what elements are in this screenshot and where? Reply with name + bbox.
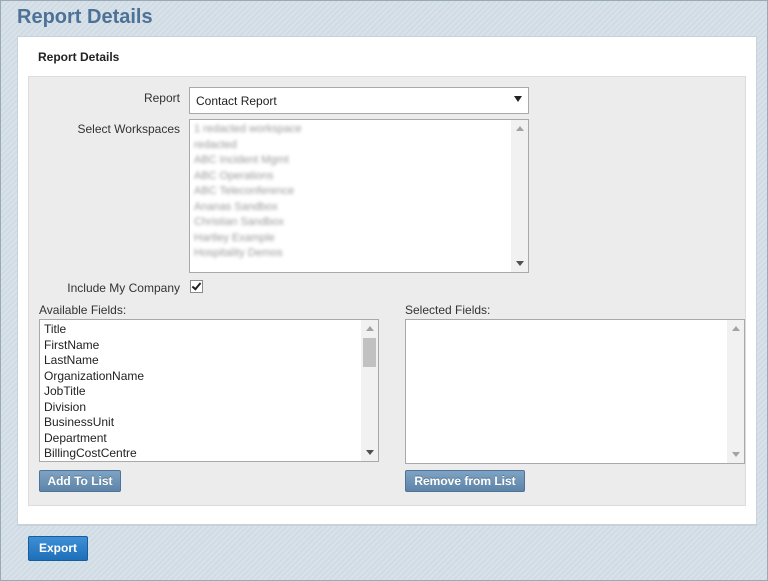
- scroll-up-icon[interactable]: [732, 326, 740, 331]
- list-item[interactable]: 1 redacted workspace: [194, 122, 510, 138]
- panel-header: Report Details: [18, 37, 756, 75]
- list-item[interactable]: OrganizationName: [44, 369, 360, 385]
- page-title: Report Details: [17, 6, 153, 28]
- scroll-up-icon[interactable]: [516, 126, 524, 131]
- available-fields-list: Title FirstName LastName OrganizationName Jo…: [44, 322, 360, 461]
- remove-from-list-button[interactable]: Remove from List: [405, 470, 525, 492]
- workspaces-label: Select Workspaces: [77, 122, 181, 136]
- scroll-up-icon[interactable]: [366, 326, 374, 331]
- list-item[interactable]: ABC Incident Mgmt: [194, 153, 510, 169]
- panel-title: Report Details: [38, 50, 120, 64]
- list-item[interactable]: ABC Operations: [194, 169, 510, 185]
- list-item[interactable]: JobTitle: [44, 384, 360, 400]
- available-fields-listbox[interactable]: Title FirstName LastName OrganizationName Jo…: [39, 319, 379, 462]
- scroll-down-icon[interactable]: [516, 261, 524, 266]
- list-item[interactable]: FirstName: [44, 338, 360, 354]
- list-item[interactable]: Hartley Example: [194, 231, 510, 247]
- add-to-list-button[interactable]: Add To List: [39, 470, 121, 492]
- scroll-down-icon[interactable]: [366, 450, 374, 455]
- scroll-thumb[interactable]: [363, 338, 376, 367]
- available-fields-label: Available Fields:: [39, 303, 127, 317]
- report-label: Report: [143, 91, 180, 105]
- selected-fields-listbox[interactable]: [405, 319, 745, 464]
- scroll-down-icon[interactable]: [732, 452, 740, 457]
- export-button[interactable]: Export: [28, 536, 88, 561]
- include-company-label: Include My Company: [67, 281, 180, 295]
- selected-fields-label: Selected Fields:: [405, 303, 491, 317]
- footer-bar: [17, 525, 757, 569]
- list-item[interactable]: BusinessUnit: [44, 415, 360, 431]
- list-item[interactable]: Ananas Sandbox: [194, 200, 510, 216]
- list-item[interactable]: Christian Sandbox: [194, 215, 510, 231]
- report-select[interactable]: Contact Report: [189, 87, 529, 114]
- list-item[interactable]: redacted: [194, 138, 510, 154]
- list-item[interactable]: BillingCostCentre: [44, 446, 360, 461]
- list-item[interactable]: LastName: [44, 353, 360, 369]
- list-item[interactable]: Department: [44, 431, 360, 447]
- report-details-panel: Report Details Report Contact Report Sel…: [17, 36, 757, 525]
- list-item[interactable]: Division: [44, 400, 360, 416]
- list-item[interactable]: Hospitality Demos: [194, 246, 510, 262]
- report-select-value: Contact Report: [196, 94, 277, 108]
- list-item[interactable]: ABC Teleconference: [194, 184, 510, 200]
- workspaces-scrollbar[interactable]: [511, 120, 528, 272]
- check-icon: [191, 280, 202, 291]
- selected-fields-scrollbar[interactable]: [727, 320, 744, 463]
- list-item[interactable]: Title: [44, 322, 360, 338]
- workspaces-list: 1 redacted workspace redacted ABC Incident…: [194, 122, 510, 262]
- available-fields-scrollbar[interactable]: [361, 320, 378, 461]
- panel-body: Report Contact Report Select Workspaces …: [28, 76, 746, 506]
- workspaces-listbox[interactable]: 1 redacted workspace redacted ABC Incident…: [189, 119, 529, 273]
- include-company-checkbox[interactable]: [190, 280, 203, 293]
- chevron-down-icon: [514, 96, 522, 102]
